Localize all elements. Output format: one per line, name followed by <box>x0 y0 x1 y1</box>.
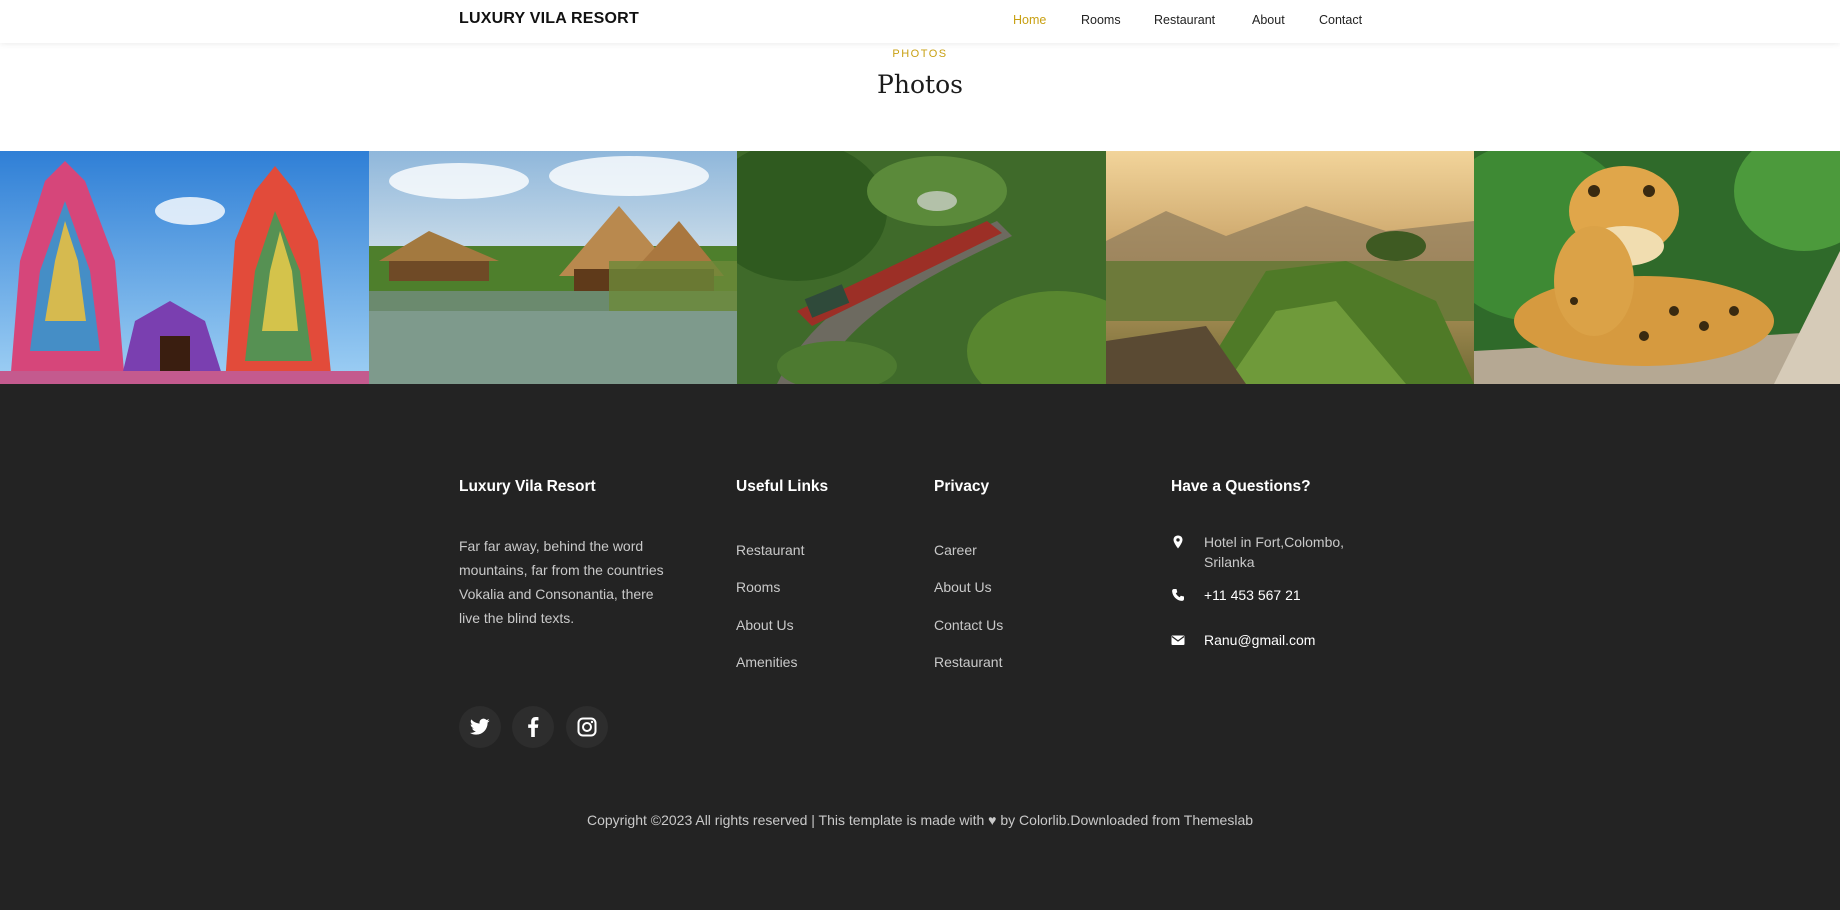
contact-email[interactable]: Ranu@gmail.com <box>1204 630 1315 650</box>
footer-link-rooms[interactable]: Rooms <box>736 579 780 595</box>
nav-restaurant[interactable]: Restaurant <box>1154 13 1215 27</box>
footer-link-privacy-about-us[interactable]: About Us <box>934 579 992 595</box>
footer-link-career[interactable]: Career <box>934 542 977 558</box>
site-footer: Luxury Vila Resort Far far away, behind … <box>0 384 1840 910</box>
useful-links-heading: Useful Links <box>736 478 829 495</box>
top-navbar: LUXURY VILA RESORT Home Rooms Restaurant… <box>0 0 1840 43</box>
gallery-image-temple[interactable] <box>0 151 369 384</box>
footer-brand-heading: Luxury Vila Resort <box>459 478 596 495</box>
footer-link-privacy-restaurant[interactable]: Restaurant <box>934 654 1002 670</box>
facebook-icon <box>528 717 539 737</box>
nav-about[interactable]: About <box>1252 13 1285 27</box>
twitter-button[interactable] <box>459 706 501 748</box>
section-title: Photos <box>877 70 963 99</box>
contact-heading: Have a Questions? <box>1171 478 1311 495</box>
nav-contact[interactable]: Contact <box>1319 13 1362 27</box>
footer-link-about-us[interactable]: About Us <box>736 617 794 633</box>
phone-icon <box>1172 589 1184 601</box>
instagram-button[interactable] <box>566 706 608 748</box>
gallery-image-leopard[interactable] <box>1474 151 1840 384</box>
photo-gallery <box>0 151 1840 384</box>
nav-home[interactable]: Home <box>1013 13 1046 27</box>
footer-link-amenities[interactable]: Amenities <box>736 654 797 670</box>
map-marker-icon <box>1173 535 1183 549</box>
footer-link-restaurant[interactable]: Restaurant <box>736 542 804 558</box>
brand-logo[interactable]: LUXURY VILA RESORT <box>459 10 639 28</box>
footer-link-contact-us[interactable]: Contact Us <box>934 617 1003 633</box>
gallery-image-lake-villa[interactable] <box>369 151 737 384</box>
contact-address: Hotel in Fort,Colombo, Srilanka <box>1204 534 1345 570</box>
instagram-icon <box>577 717 597 737</box>
footer-about-text: Far far away, behind the word mountains,… <box>459 538 664 626</box>
gallery-image-rock-view[interactable] <box>1106 151 1474 384</box>
gallery-image-train-bridge[interactable] <box>737 151 1106 384</box>
photos-section-header: PHOTOS Photos <box>0 43 1840 151</box>
envelope-icon <box>1171 635 1185 645</box>
section-eyebrow: PHOTOS <box>892 48 948 60</box>
copyright-text: Copyright ©2023 All rights reserved | Th… <box>586 812 1254 828</box>
privacy-heading: Privacy <box>934 478 990 495</box>
contact-phone[interactable]: +11 453 567 21 <box>1204 585 1301 605</box>
nav-rooms[interactable]: Rooms <box>1081 13 1121 27</box>
facebook-button[interactable] <box>512 706 554 748</box>
twitter-icon <box>470 718 490 735</box>
